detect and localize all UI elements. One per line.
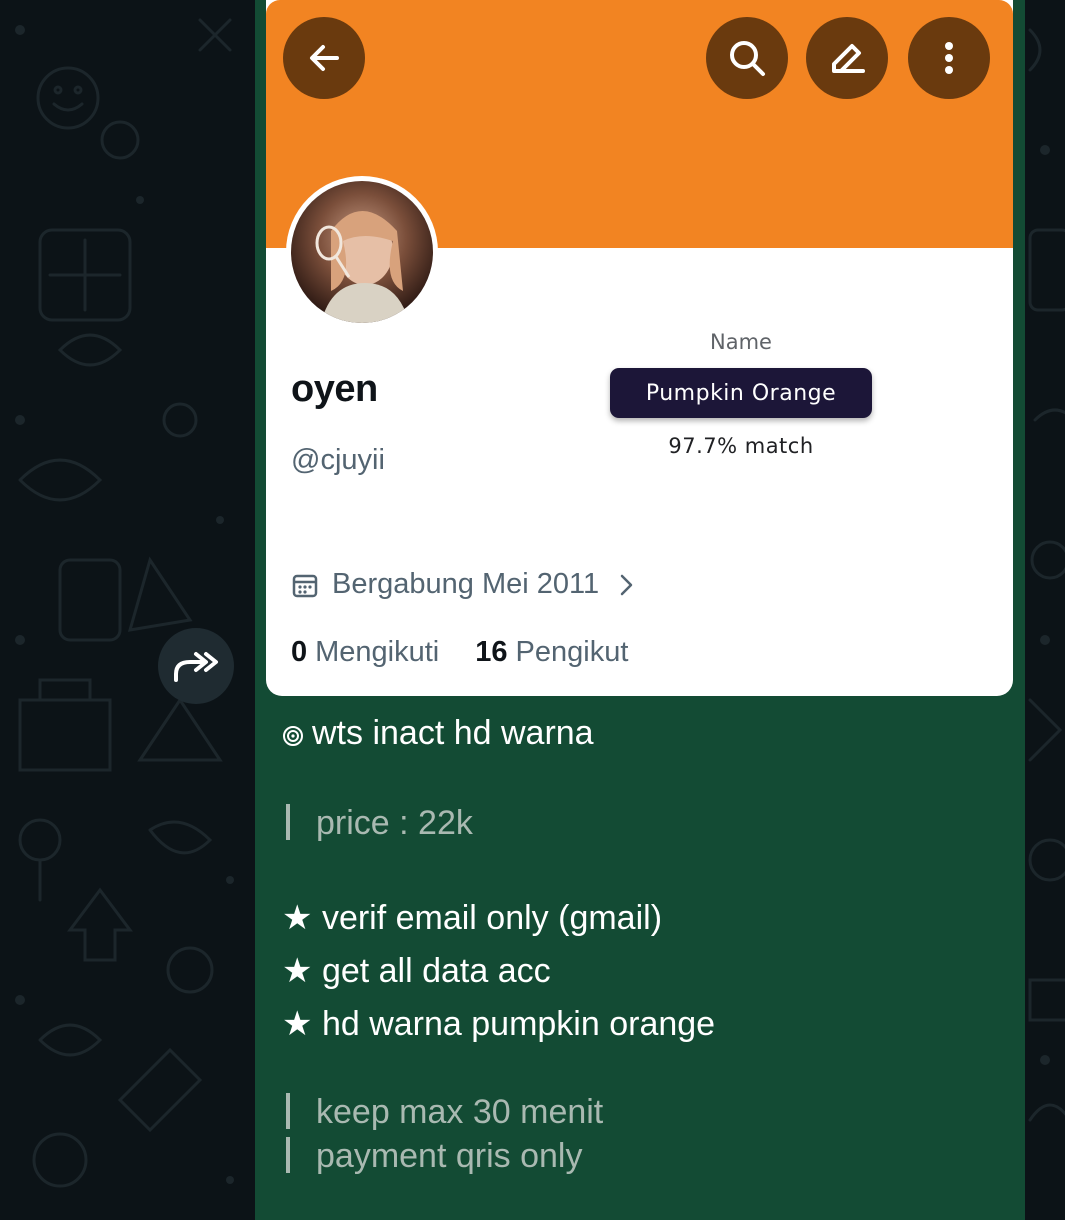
star-icon: ★: [282, 952, 313, 990]
search-icon: [730, 41, 765, 76]
joined-date-text: Bergabung Mei 2011: [332, 568, 600, 600]
edit-button[interactable]: [806, 17, 888, 99]
following-count: 0: [291, 636, 308, 668]
followers-count: 16: [475, 636, 508, 668]
note-row: payment qris only: [282, 1137, 582, 1176]
following-link[interactable]: 0 Mengikuti: [291, 636, 439, 669]
avatar[interactable]: [286, 176, 438, 328]
note-text: payment qris only: [316, 1137, 583, 1175]
avatar-photo: [291, 181, 433, 323]
profile-screenshot: oyen @cjuyii Name Pumpkin Orange 97.7% m…: [266, 0, 1013, 696]
quote-bar: [286, 1137, 290, 1173]
quote-bar: [286, 1093, 290, 1129]
message-headline-row: wts inact hd warna: [282, 714, 594, 753]
feature-item: ★ get all data acc: [282, 951, 551, 991]
forward-button[interactable]: [158, 628, 234, 704]
calendar-icon: [292, 574, 318, 597]
search-button[interactable]: [706, 17, 788, 99]
forward-icon: [174, 652, 218, 682]
note-text: keep max 30 menit: [316, 1093, 604, 1131]
note-row: keep max 30 menit: [282, 1093, 603, 1132]
star-icon: ★: [282, 899, 313, 937]
followers-link[interactable]: 16 Pengikut: [475, 636, 628, 669]
feature-item: ★ hd warna pumpkin orange: [282, 1004, 715, 1044]
quote-bar: [286, 804, 290, 840]
user-handle: @cjuyii: [291, 444, 385, 476]
color-name-badge: Pumpkin Orange: [610, 368, 872, 418]
following-label: Mengikuti: [315, 636, 440, 668]
feature-text: get all data acc: [321, 952, 551, 990]
joined-date-row[interactable]: Bergabung Mei 2011: [292, 568, 635, 601]
pencil-icon: [832, 44, 865, 73]
message-headline: wts inact hd warna: [312, 714, 594, 752]
feature-text: hd warna pumpkin orange: [321, 1005, 716, 1043]
color-match-percent: 97.7% match: [668, 434, 814, 458]
star-icon: ★: [282, 1005, 313, 1043]
more-vertical-icon: [945, 42, 953, 74]
color-match-card: Name Pumpkin Orange 97.7% match: [586, 318, 896, 486]
feature-item: ★ verif email only (gmail): [282, 898, 662, 938]
chevron-right-icon: [620, 574, 633, 595]
follow-stats: 0 Mengikuti 16 Pengikut: [291, 636, 628, 669]
price-text: price : 22k: [316, 804, 473, 842]
color-card-label: Name: [710, 330, 772, 354]
followers-label: Pengikut: [515, 636, 629, 668]
price-row: price : 22k: [282, 804, 473, 843]
spiral-icon: [283, 726, 303, 746]
more-button[interactable]: [908, 17, 990, 99]
display-name: oyen: [291, 368, 378, 410]
feature-text: verif email only (gmail): [321, 899, 663, 937]
back-button[interactable]: [283, 17, 365, 99]
arrow-left-icon: [310, 45, 339, 71]
